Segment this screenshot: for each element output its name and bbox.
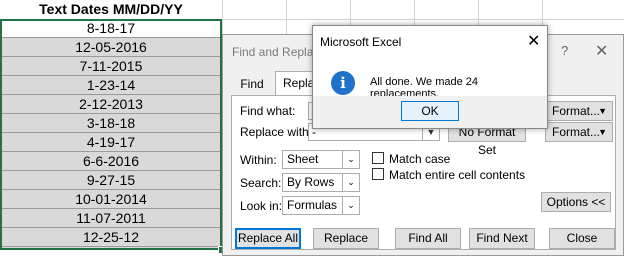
format-label: Format... — [552, 104, 601, 118]
chevron-down-icon: ▼ — [598, 106, 607, 116]
match-case-checkbox[interactable] — [372, 152, 384, 164]
date-column[interactable]: 8-18-17 12-05-2016 7-11-2015 1-23-14 2-1… — [0, 19, 222, 250]
chevron-down-icon: ▼ — [598, 127, 607, 137]
date-cell[interactable]: 11-07-2011 — [0, 209, 222, 228]
chevron-down-icon: ⌄ — [342, 197, 359, 214]
date-cell[interactable]: 12-25-12 — [0, 228, 222, 247]
search-label: Search: — [240, 176, 282, 190]
message-box: Microsoft Excel ✕ i All done. We made 24… — [312, 25, 548, 129]
close-icon[interactable]: ✕ — [595, 41, 608, 61]
search-value: By Rows — [287, 175, 335, 189]
column-header[interactable]: Text Dates MM/DD/YY — [0, 0, 222, 19]
chevron-down-icon: ⌄ — [342, 174, 359, 191]
date-cell[interactable]: 12-05-2016 — [0, 38, 222, 57]
match-case-label: Match case — [389, 152, 451, 166]
look-in-value: Formulas — [287, 198, 338, 212]
replace-with-label: Replace with: — [240, 125, 313, 139]
look-in-select[interactable]: Formulas ⌄ — [282, 196, 360, 215]
tab-find[interactable]: Find — [231, 73, 273, 95]
date-cell[interactable]: 1-23-14 — [0, 76, 222, 95]
ok-button[interactable]: OK — [401, 101, 459, 121]
date-cell[interactable]: 9-27-15 — [0, 171, 222, 190]
match-entire-label: Match entire cell contents — [389, 168, 526, 182]
close-icon[interactable]: ✕ — [527, 31, 540, 51]
message-footer: OK — [313, 96, 547, 128]
date-cell[interactable]: 4-19-17 — [0, 133, 222, 152]
find-what-label: Find what: — [240, 104, 296, 118]
find-all-button[interactable]: Find All — [395, 228, 461, 249]
date-cell[interactable]: 7-11-2015 — [0, 57, 222, 76]
help-icon[interactable]: ? — [561, 43, 568, 58]
search-select[interactable]: By Rows ⌄ — [282, 173, 360, 192]
format-button-replace[interactable]: Format... ▼ — [545, 122, 613, 142]
options-button[interactable]: Options << — [541, 192, 611, 212]
find-next-button[interactable]: Find Next — [469, 228, 535, 249]
look-in-label: Look in: — [240, 199, 283, 213]
replace-button[interactable]: Replace — [313, 228, 379, 249]
within-value: Sheet — [287, 152, 319, 166]
date-cell[interactable]: 6-6-2016 — [0, 152, 222, 171]
chevron-down-icon: ⌄ — [342, 151, 359, 168]
format-button-find[interactable]: Format... ▼ — [545, 101, 613, 121]
date-cell[interactable]: 8-18-17 — [0, 19, 222, 38]
info-icon: i — [331, 71, 355, 95]
message-body: i All done. We made 24 replacements. — [313, 59, 547, 100]
date-cell[interactable]: 3-18-18 — [0, 114, 222, 133]
message-box-title: Microsoft Excel — [320, 35, 402, 49]
date-cell[interactable]: 2-12-2013 — [0, 95, 222, 114]
date-cell[interactable]: 10-01-2014 — [0, 190, 222, 209]
close-button[interactable]: Close — [549, 228, 615, 249]
replace-all-button[interactable]: Replace All — [235, 228, 301, 249]
format-label: Format... — [552, 125, 601, 139]
within-select[interactable]: Sheet ⌄ — [282, 150, 360, 169]
within-label: Within: — [240, 153, 277, 167]
match-entire-checkbox[interactable] — [372, 168, 384, 180]
